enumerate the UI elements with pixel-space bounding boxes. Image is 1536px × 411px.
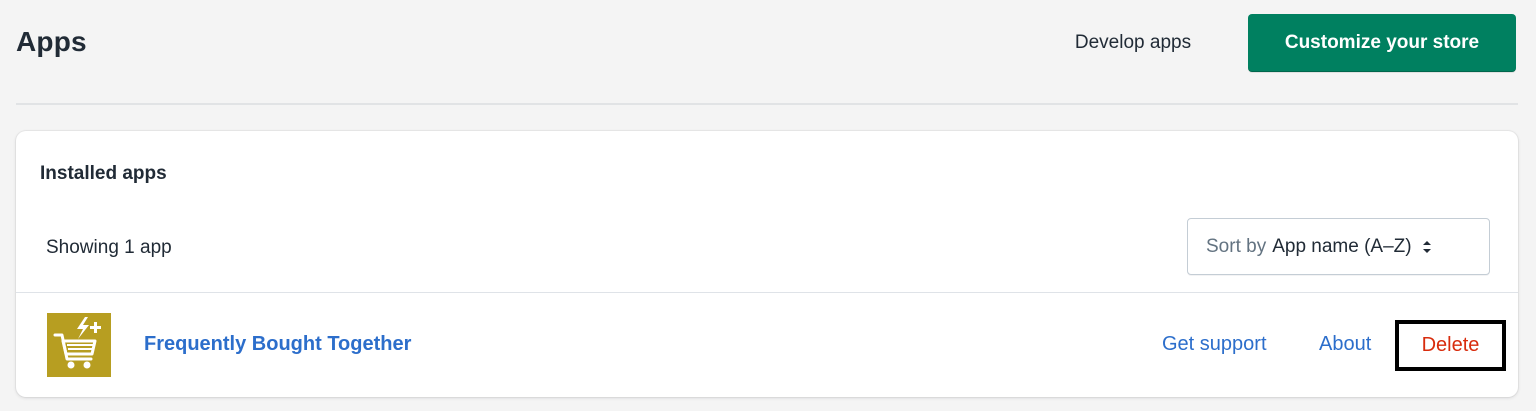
header-divider [16, 103, 1518, 105]
page-title: Apps [16, 26, 87, 57]
delete-button[interactable]: Delete [1422, 334, 1480, 357]
customize-store-button[interactable]: Customize your store [1248, 14, 1516, 72]
app-list-item: Frequently Bought Together Get support A… [16, 293, 1518, 397]
get-support-link[interactable]: Get support [1162, 333, 1267, 356]
installed-apps-card: Installed apps Showing 1 app Sort by App… [16, 131, 1518, 397]
app-count-text: Showing 1 app [46, 237, 172, 258]
app-name-link[interactable]: Frequently Bought Together [144, 333, 411, 356]
select-caret-icon [1422, 239, 1432, 255]
sort-select[interactable]: Sort by App name (A–Z) [1187, 218, 1490, 275]
develop-apps-button[interactable]: Develop apps [1048, 14, 1218, 72]
delete-highlight: Delete [1395, 320, 1506, 371]
cart-plus-icon[interactable] [47, 313, 111, 377]
sort-label: Sort by [1206, 235, 1267, 257]
sort-value: App name (A–Z) [1272, 235, 1412, 257]
page-header: Apps Develop apps Customize your store [0, 0, 1536, 104]
about-link[interactable]: About [1319, 333, 1371, 356]
card-title: Installed apps [40, 163, 167, 184]
